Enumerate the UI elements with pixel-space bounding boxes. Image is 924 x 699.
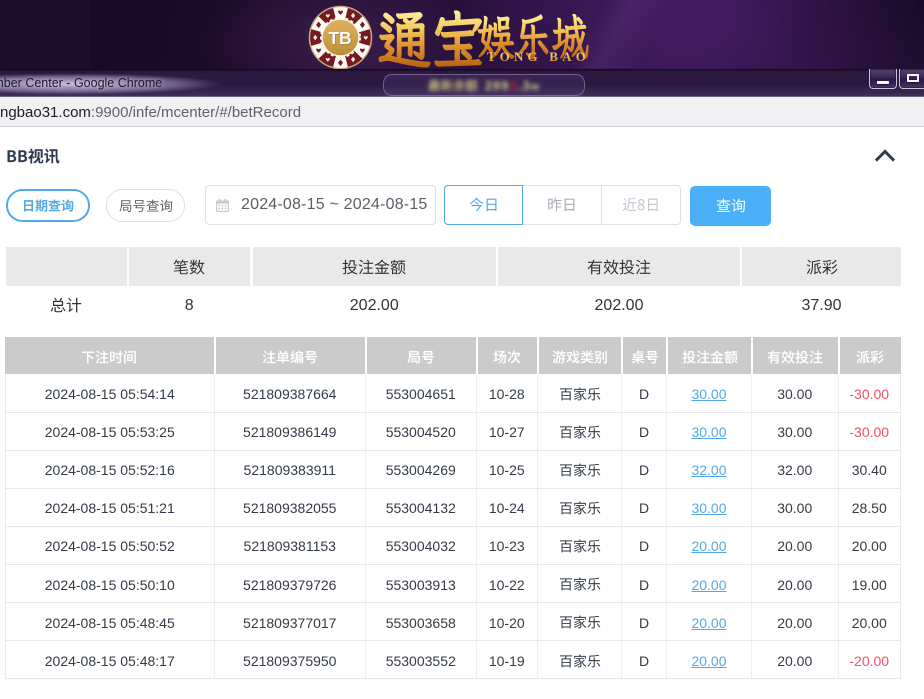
svg-text:TB: TB <box>328 28 351 48</box>
